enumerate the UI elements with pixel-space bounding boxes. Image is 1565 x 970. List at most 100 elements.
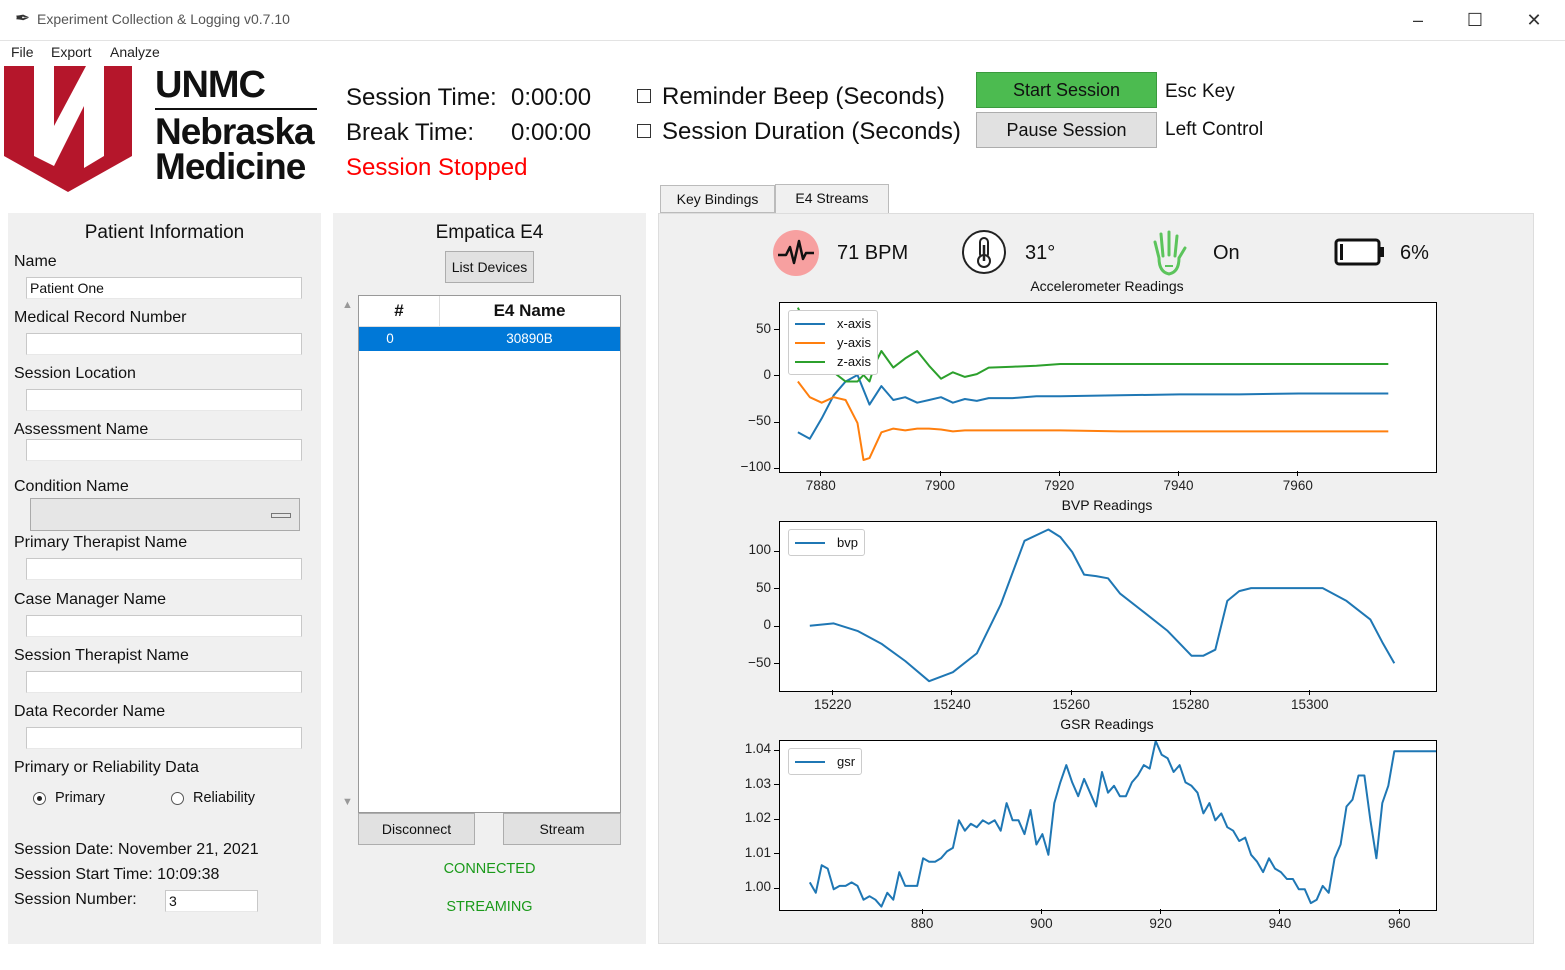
accelerometer-chart: x-axis y-axis z-axis	[779, 302, 1437, 473]
session-therapist-label: Session Therapist Name	[14, 647, 189, 664]
accelerometer-legend-swatch	[795, 322, 825, 325]
maximize-icon[interactable]: ☐	[1452, 4, 1498, 36]
menu-analyze[interactable]: Analyze	[110, 44, 160, 60]
menu-file[interactable]: File	[11, 44, 34, 60]
bvp-x-tick-mark	[951, 690, 953, 695]
bvp-x-tick-label: 15260	[1052, 697, 1090, 712]
mrn-field[interactable]	[26, 333, 302, 355]
unmc-logo	[4, 66, 134, 194]
menu-export[interactable]: Export	[51, 44, 91, 60]
case-manager-field[interactable]	[26, 615, 302, 637]
on-wrist-value: On	[1213, 242, 1240, 264]
accelerometer-y-tick-mark	[774, 467, 779, 469]
gsr-plot-svg	[808, 741, 1436, 908]
bvp-x-tick-mark	[832, 690, 834, 695]
session-duration-label: Session Duration (Seconds)	[662, 118, 961, 145]
session-duration-checkbox[interactable]	[637, 124, 651, 138]
pause-session-button[interactable]: Pause Session	[976, 112, 1157, 148]
accelerometer-x-tick-mark	[1297, 471, 1299, 476]
device-row-name: 30890B	[506, 331, 553, 346]
session-start-time: Session Start Time: 10:09:38	[14, 866, 220, 883]
device-col-name-header[interactable]: E4 Name	[439, 296, 620, 327]
bvp-y-tick-label: 50	[755, 579, 771, 595]
primary-therapist-field[interactable]	[26, 558, 302, 580]
gsr-y-tick-mark	[774, 784, 779, 786]
reliability-radio[interactable]	[171, 792, 184, 805]
app-feather-icon: ✒	[15, 8, 31, 28]
list-devices-button[interactable]: List Devices	[445, 251, 534, 283]
tab-e4-streams[interactable]: E4 Streams	[775, 184, 889, 214]
gsr-chart: gsr	[779, 740, 1437, 911]
tab-key-bindings[interactable]: Key Bindings	[660, 185, 775, 213]
accelerometer-x-tick-label: 7940	[1163, 478, 1194, 493]
logo-divider	[155, 108, 317, 110]
session-date: Session Date: November 21, 2021	[14, 841, 259, 858]
session-location-field[interactable]	[26, 389, 302, 411]
device-col-num-header[interactable]: #	[359, 296, 440, 327]
condition-dropdown[interactable]	[30, 498, 300, 531]
bvp-y-tick-label: 0	[763, 617, 771, 633]
disconnect-button[interactable]: Disconnect	[358, 813, 475, 845]
accelerometer-x-tick-mark	[939, 471, 941, 476]
scroll-down-icon[interactable]: ▼	[342, 796, 353, 808]
gsr-legend-swatch	[795, 760, 825, 763]
name-field[interactable]: Patient One	[26, 277, 302, 299]
streaming-status: STREAMING	[446, 899, 533, 915]
battery-value: 6%	[1400, 242, 1429, 264]
gsr-legend-entry: gsr	[795, 752, 855, 771]
accelerometer-x-tick-label: 7880	[805, 478, 836, 493]
assessment-label: Assessment Name	[14, 421, 149, 438]
case-manager-label: Case Manager Name	[14, 591, 167, 608]
device-list[interactable]: # E4 Name 0 30890B	[358, 295, 621, 813]
mrn-label: Medical Record Number	[14, 309, 187, 326]
bvp-y-tick-label: −50	[748, 654, 771, 670]
gsr-y-tick-mark	[774, 887, 779, 889]
session-time-value: 0:00:00	[511, 84, 592, 111]
accelerometer-legend-swatch	[795, 360, 825, 363]
accelerometer-x-tick-mark	[1178, 471, 1180, 476]
heartbeat-icon	[772, 229, 820, 277]
accelerometer-x-tick-mark	[1058, 471, 1060, 476]
data-recorder-label: Data Recorder Name	[14, 703, 166, 720]
bvp-y-tick-mark	[774, 625, 779, 627]
accelerometer-legend-swatch	[795, 341, 825, 344]
gsr-series-gsr	[808, 741, 1436, 908]
stream-button[interactable]: Stream	[503, 813, 621, 845]
bvp-chart: bvp	[779, 521, 1437, 692]
assessment-field[interactable]	[26, 439, 302, 461]
data-recorder-field[interactable]	[26, 727, 302, 749]
accelerometer-x-tick-label: 7960	[1282, 478, 1313, 493]
bvp-y-tick-mark	[774, 550, 779, 552]
accelerometer-y-tick-label: −100	[740, 459, 771, 475]
hand-icon	[1149, 228, 1189, 278]
gsr-y-tick-mark	[774, 853, 779, 855]
scroll-up-icon[interactable]: ▲	[342, 299, 353, 311]
accelerometer-chart-title: Accelerometer Readings	[1030, 278, 1184, 294]
temperature-value: 31°	[1025, 242, 1056, 264]
bvp-legend: bvp	[788, 529, 865, 556]
bvp-x-tick-mark	[1189, 690, 1191, 695]
accelerometer-legend-label: z-axis	[837, 354, 871, 369]
bvp-x-tick-label: 15300	[1290, 697, 1329, 712]
accelerometer-series-x-axis	[797, 374, 1389, 440]
gsr-x-tick-label: 920	[1149, 916, 1172, 931]
gsr-y-tick-label: 1.00	[744, 879, 771, 895]
session-therapist-field[interactable]	[26, 671, 302, 693]
reminder-beep-checkbox[interactable]	[637, 89, 651, 103]
gsr-x-tick-mark	[1398, 909, 1400, 914]
accelerometer-legend: x-axis y-axis z-axis	[788, 310, 878, 375]
minimize-icon[interactable]: –	[1395, 4, 1441, 36]
accelerometer-series-z-axis	[796, 307, 1389, 383]
empatica-panel: Empatica E4 List Devices ▲ ▼ # E4 Name 0…	[333, 213, 646, 944]
device-row[interactable]: 0 30890B	[359, 327, 620, 351]
primary-radio[interactable]	[33, 792, 46, 805]
gsr-x-tick-label: 880	[910, 916, 934, 931]
gsr-x-tick-mark	[921, 909, 923, 914]
close-icon[interactable]: ✕	[1511, 4, 1557, 36]
bvp-y-tick-mark	[774, 588, 779, 590]
accelerometer-legend-entry: y-axis	[795, 333, 871, 352]
start-session-button[interactable]: Start Session	[976, 72, 1157, 108]
primary-radio-label: Primary	[55, 790, 105, 806]
accelerometer-y-tick-mark	[774, 375, 779, 377]
session-number-field[interactable]: 3	[165, 890, 258, 912]
